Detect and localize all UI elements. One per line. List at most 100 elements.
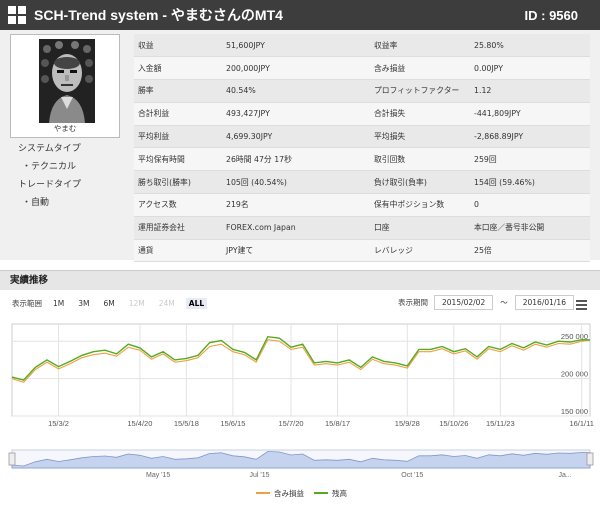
range-button-all[interactable]: ALL (185, 298, 208, 309)
performance-chart[interactable]: 250 000200 000150 00015/3/2 15/4/20 15/5/1… (0, 290, 600, 510)
stat-label: 合計損失 (370, 102, 470, 126)
trade-type-label: トレードタイプ (18, 180, 82, 190)
stat-label: 運用証券会社 (134, 216, 222, 240)
x-tick-label: 15/10/26 (439, 419, 468, 428)
x-tick-label: 15/7/20 (279, 419, 304, 428)
navigator-handle-right (586, 452, 594, 466)
stat-label: 平均保有時間 (134, 147, 222, 172)
range-button-24m[interactable]: 24M (156, 298, 178, 309)
legend-label-0: 含み損益 (274, 488, 304, 498)
stats-row: 平均保有時間 26時間 47分 17秒 取引回数 259回 (134, 147, 590, 172)
range-selector: 表示範囲 1M 3M 6M 12M 24M ALL (12, 298, 215, 309)
system-type-label: システムタイプ (18, 144, 81, 154)
stat-value: 本口座／番号非公開 (470, 216, 590, 240)
stat-value: 26時間 47分 17秒 (222, 147, 370, 172)
x-tick-label: 15/3/2 (48, 419, 69, 428)
period-selector: 表示期間 2015/02/02 〜 2016/01/16 (398, 295, 577, 310)
stat-label: 入金額 (134, 56, 222, 81)
stats-row: 入金額 200,000JPY 含み損益 0.00JPY (134, 56, 590, 81)
stat-label: 保有中ポジション数 (370, 193, 470, 217)
system-type-list: システムタイプ ・テクニカル トレードタイプ ・自動 (18, 140, 81, 212)
performance-chart-panel: 250 000 200 000 150 000 15/3/2 15/4/20 15/5/1… (0, 290, 600, 510)
range-button-1m[interactable]: 1M (50, 298, 67, 309)
stat-value: 0 (470, 193, 590, 217)
stat-label: 通貨 (134, 239, 222, 263)
navigator-handle-left (8, 452, 16, 466)
range-button-12m[interactable]: 12M (126, 298, 148, 309)
period-label: 表示期間 (398, 298, 428, 307)
x-tick-label: 15/8/17 (325, 419, 350, 428)
date-tilde: 〜 (500, 298, 508, 307)
stat-label: 含み損益 (370, 56, 470, 81)
legend-label-1: 残高 (332, 488, 347, 498)
range-label: 表示範囲 (12, 299, 42, 308)
stats-row: 平均利益 4,699.30JPY 平均損失 -2,868.89JPY (134, 125, 590, 149)
stat-label: プロフィットファクター (370, 79, 470, 103)
stat-value: 51,600JPY (222, 34, 370, 58)
stat-value: 40.54% (222, 79, 370, 103)
profile-name: やまむ (53, 124, 77, 133)
performance-header: 実績推移 (0, 270, 600, 290)
summary-panel: やまむ システムタイプ ・テクニカル トレードタイプ ・自動 収益 51,600J… (0, 30, 600, 263)
date-from-input[interactable]: 2015/02/02 (434, 295, 494, 310)
avatar[interactable] (39, 39, 95, 123)
stat-label: 合計利益 (134, 102, 222, 126)
stat-label: 勝率 (134, 79, 222, 103)
stat-value: -441,809JPY (470, 102, 590, 126)
stat-label: 平均利益 (134, 125, 222, 149)
stat-value: 25.80% (470, 34, 590, 58)
stats-row: 合計利益 493,427JPY 合計損失 -441,809JPY (134, 102, 590, 126)
system-id: ID : 9560 (524, 7, 578, 23)
title-bar: SCH-Trend system - やまむさんのMT4 ID : 9560 (0, 0, 600, 30)
stats-row: 運用証券会社 FOREX.com Japan 口座 本口座／番号非公開 (134, 216, 590, 240)
stat-value: 1.12 (470, 79, 590, 103)
stat-value: 25倍 (470, 239, 590, 263)
page-title: SCH-Trend system - やまむさんのMT4 (34, 7, 283, 23)
stat-value: 259回 (470, 147, 590, 172)
profile-card: やまむ (10, 34, 120, 138)
stat-value: 0.00JPY (470, 56, 590, 81)
stat-value: 219名 (222, 193, 370, 217)
trade-type-value: ・自動 (22, 198, 50, 208)
stat-value: -2,868.89JPY (470, 125, 590, 149)
stat-label: 負け取引(負率) (370, 170, 470, 195)
stat-label: 取引回数 (370, 147, 470, 172)
navigator-tick-label: Jul '15 (249, 472, 269, 479)
y-tick-label: 150 000 (561, 407, 588, 416)
stat-value: 154回 (59.46%) (470, 170, 590, 195)
stat-label: 平均損失 (370, 125, 470, 149)
stats-table: 収益 51,600JPY 収益率 25.80% 入金額 200,000JPY 含み損益 0.0… (134, 34, 590, 263)
stat-value: 493,427JPY (222, 102, 370, 126)
stats-row: 勝率 40.54% プロフィットファクター 1.12 (134, 79, 590, 103)
range-button-6m[interactable]: 6M (101, 298, 118, 309)
grid-icon (8, 6, 26, 24)
navigator-tick-label: Ja... (558, 472, 571, 479)
navigator-tick-label: Oct '15 (401, 472, 423, 479)
stat-label: 勝ち取引(勝率) (134, 170, 222, 195)
stats-row: 通貨 JPY建て レバレッジ 25倍 (134, 239, 590, 263)
x-tick-label: 16/1/11 (569, 419, 593, 428)
stats-row: アクセス数 219名 保有中ポジション数 0 (134, 193, 590, 217)
stat-label: レバレッジ (370, 239, 470, 263)
x-tick-label: 15/11/23 (486, 419, 515, 428)
stat-value: JPY建て (222, 239, 370, 263)
stat-value: FOREX.com Japan (222, 216, 370, 240)
stat-label: 収益率 (370, 34, 470, 58)
y-tick-label: 200 000 (561, 370, 588, 379)
stats-row: 収益 51,600JPY 収益率 25.80% (134, 34, 590, 58)
stat-label: 口座 (370, 216, 470, 240)
plot-area (11, 323, 591, 417)
system-type-value: ・テクニカル (22, 162, 77, 172)
navigator-tick-label: May '15 (146, 472, 170, 479)
stat-label: アクセス数 (134, 193, 222, 217)
range-button-3m[interactable]: 3M (75, 298, 92, 309)
stat-value: 200,000JPY (222, 56, 370, 81)
stat-value: 105回 (40.54%) (222, 170, 370, 195)
stat-label: 収益 (134, 34, 222, 58)
x-tick-label: 15/5/18 (174, 419, 199, 428)
stats-row: 勝ち取引(勝率) 105回 (40.54%) 負け取引(負率) 154回 (59.46… (134, 170, 590, 195)
hamburger-menu-icon[interactable] (576, 300, 587, 310)
stat-value: 4,699.30JPY (222, 125, 370, 149)
date-to-input[interactable]: 2016/01/16 (514, 295, 574, 310)
x-tick-label: 15/4/20 (127, 419, 152, 428)
